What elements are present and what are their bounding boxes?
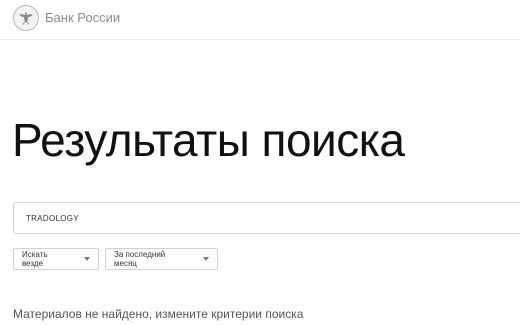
search-scope-label: Искать везде bbox=[22, 250, 48, 268]
no-results-message: Материалов не найдено, измените критерии… bbox=[13, 307, 304, 321]
page: Банк России Результаты поиска Искать вез… bbox=[0, 0, 520, 325]
page-title: Результаты поиска bbox=[12, 114, 405, 166]
site-header: Банк России bbox=[0, 0, 520, 40]
search-filters: Искать везде За последний месяц bbox=[13, 248, 218, 270]
home-logo-link[interactable]: Банк России bbox=[13, 5, 120, 31]
chevron-down-icon bbox=[203, 257, 209, 261]
chevron-down-icon bbox=[84, 257, 90, 261]
search-scope-dropdown[interactable]: Искать везде bbox=[13, 248, 99, 270]
double-headed-eagle-emblem-icon bbox=[13, 5, 39, 31]
search-period-label: За последний месяц bbox=[114, 250, 166, 268]
search-period-dropdown[interactable]: За последний месяц bbox=[105, 248, 218, 270]
search-input[interactable] bbox=[13, 202, 520, 234]
brand-name: Банк России bbox=[45, 10, 121, 25]
